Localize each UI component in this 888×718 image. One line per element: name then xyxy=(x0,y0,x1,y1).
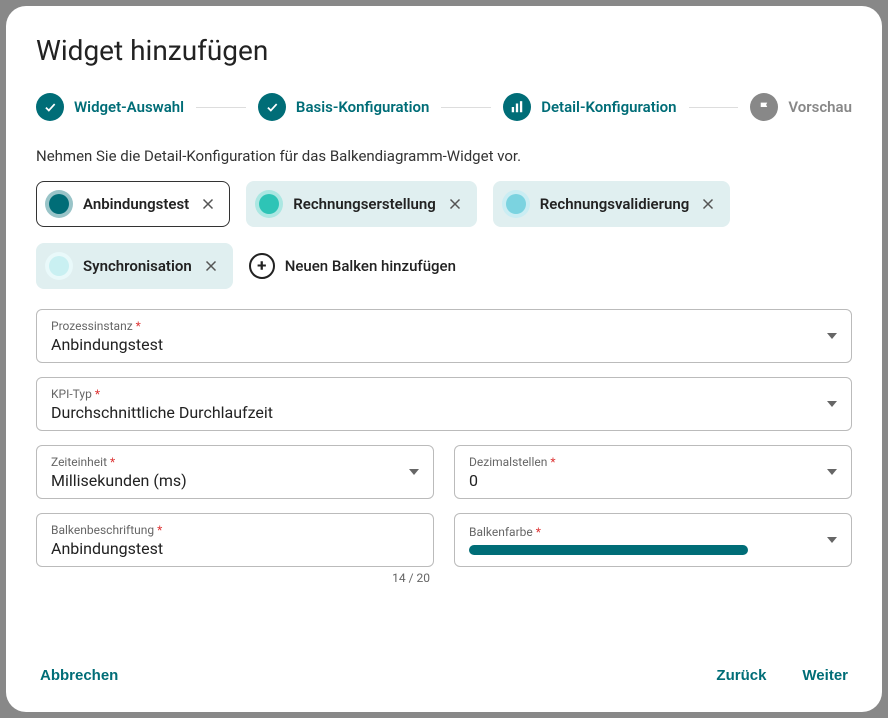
add-bar-button[interactable]: + Neuen Balken hinzufügen xyxy=(249,253,456,279)
chevron-down-icon xyxy=(827,333,837,339)
chip-label: Synchronisation xyxy=(83,257,192,275)
close-icon[interactable] xyxy=(202,257,220,275)
plus-circle-icon: + xyxy=(249,253,275,279)
bar-chart-icon xyxy=(503,93,531,121)
field-label: Balkenfarbe * xyxy=(469,525,809,539)
step-label: Basis-Konfiguration xyxy=(296,98,429,116)
bar-chip-rechnungserstellung[interactable]: Rechnungserstellung xyxy=(246,181,477,227)
add-bar-label: Neuen Balken hinzufügen xyxy=(285,257,456,275)
check-icon xyxy=(258,93,286,121)
dezimalstellen-select[interactable]: Dezimalstellen * 0 xyxy=(454,445,852,499)
dialog-actions: Abbrechen Zurück Weiter xyxy=(36,641,852,692)
field-label: KPI-Typ * xyxy=(51,387,809,401)
field-value: Anbindungstest xyxy=(51,335,809,354)
step-label: Widget-Auswahl xyxy=(74,98,184,116)
color-preview-bar xyxy=(469,545,748,555)
step-widget-auswahl[interactable]: Widget-Auswahl xyxy=(36,93,184,121)
close-icon[interactable] xyxy=(446,195,464,213)
dialog-title: Widget hinzufügen xyxy=(36,34,852,67)
color-swatch xyxy=(45,252,73,280)
field-value: 0 xyxy=(469,471,809,490)
bar-chip-anbindungstest[interactable]: Anbindungstest xyxy=(36,181,230,227)
color-swatch xyxy=(502,190,530,218)
field-label: Dezimalstellen * xyxy=(469,455,809,469)
balkenbeschriftung-input[interactable]: Balkenbeschriftung * Anbindungstest xyxy=(36,513,434,567)
balkenfarbe-select[interactable]: Balkenfarbe * xyxy=(454,513,852,567)
bar-chips-row: Anbindungstest Rechnungserstellung Rechn… xyxy=(36,181,852,289)
step-label: Vorschau xyxy=(788,98,852,116)
field-value: Millisekunden (ms) xyxy=(51,471,391,490)
chevron-down-icon xyxy=(827,469,837,475)
field-value: Durchschnittliche Durchlaufzeit xyxy=(51,403,809,422)
wizard-stepper: Widget-Auswahl Basis-Konfiguration Detai… xyxy=(36,93,852,121)
close-icon[interactable] xyxy=(699,195,717,213)
step-basis-konfiguration[interactable]: Basis-Konfiguration xyxy=(258,93,429,121)
step-separator xyxy=(441,107,491,108)
field-label: Balkenbeschriftung * xyxy=(51,523,391,537)
step-detail-konfiguration[interactable]: Detail-Konfiguration xyxy=(503,93,676,121)
cancel-button[interactable]: Abbrechen xyxy=(36,659,122,692)
char-count: 14 / 20 xyxy=(36,571,434,585)
chip-label: Rechnungsvalidierung xyxy=(540,195,690,213)
field-value: Anbindungstest xyxy=(51,539,391,558)
chip-label: Rechnungserstellung xyxy=(293,195,436,213)
step-label: Detail-Konfiguration xyxy=(541,98,676,116)
prozessinstanz-select[interactable]: Prozessinstanz * Anbindungstest xyxy=(36,309,852,363)
chevron-down-icon xyxy=(827,537,837,543)
next-button[interactable]: Weiter xyxy=(798,659,852,692)
chevron-down-icon xyxy=(409,469,419,475)
field-label: Prozessinstanz * xyxy=(51,319,809,333)
chip-label: Anbindungstest xyxy=(83,195,189,213)
instruction-text: Nehmen Sie die Detail-Konfiguration für … xyxy=(36,147,852,165)
add-widget-dialog: Widget hinzufügen Widget-Auswahl Basis-K… xyxy=(6,6,882,712)
bar-chip-synchronisation[interactable]: Synchronisation xyxy=(36,243,233,289)
flag-icon xyxy=(750,93,778,121)
chevron-down-icon xyxy=(827,401,837,407)
zeiteinheit-select[interactable]: Zeiteinheit * Millisekunden (ms) xyxy=(36,445,434,499)
close-icon[interactable] xyxy=(199,195,217,213)
color-swatch xyxy=(255,190,283,218)
kpi-typ-select[interactable]: KPI-Typ * Durchschnittliche Durchlaufzei… xyxy=(36,377,852,431)
color-swatch xyxy=(45,190,73,218)
check-icon xyxy=(36,93,64,121)
field-label: Zeiteinheit * xyxy=(51,455,391,469)
step-vorschau: Vorschau xyxy=(750,93,852,121)
step-separator xyxy=(689,107,739,108)
back-button[interactable]: Zurück xyxy=(712,659,770,692)
bar-chip-rechnungsvalidierung[interactable]: Rechnungsvalidierung xyxy=(493,181,731,227)
step-separator xyxy=(196,107,246,108)
